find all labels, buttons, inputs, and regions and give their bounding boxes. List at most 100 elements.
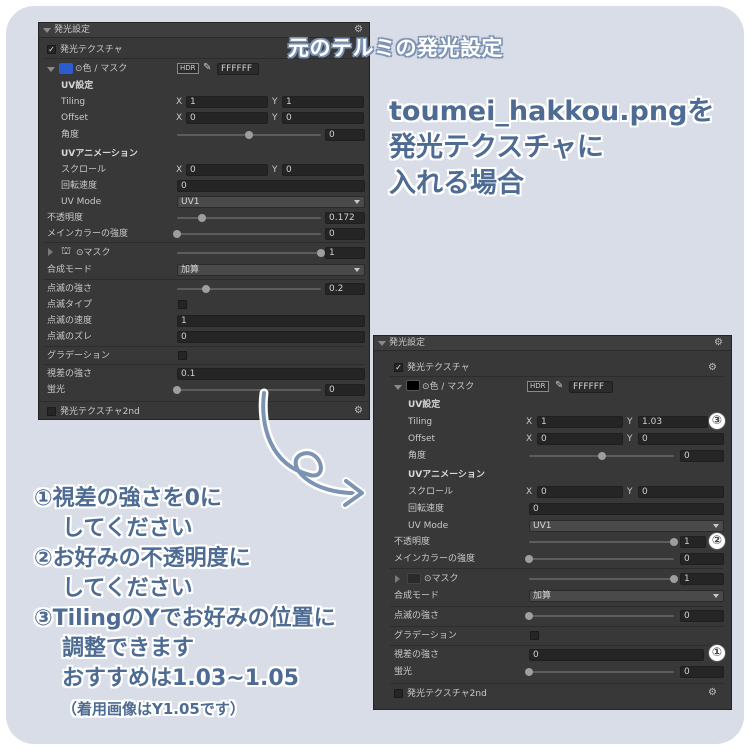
annotation-steps: ①視差の強さを0に してください ②お好みの不透明度に してください ③Tili…	[34, 486, 336, 718]
step-badge-1: ①	[708, 644, 726, 662]
gear-icon[interactable]: ⚙	[708, 687, 717, 699]
offset-x-field[interactable]: 0	[186, 112, 268, 124]
blend-mode-dropdown[interactable]: 加算	[529, 590, 724, 602]
opacity-label: 不透明度	[394, 537, 431, 547]
collapse-arrow-icon[interactable]	[378, 341, 386, 346]
expand-arrow-icon[interactable]	[394, 385, 402, 390]
angle-label: 角度	[408, 451, 427, 461]
emission-panel-adjusted: 発光設定 ⚙ ✓ 発光テクスチャ ⚙ ⊙色 / マスク HDR ✎ FFFFFF…	[373, 335, 732, 710]
blink-strength-slider[interactable]	[177, 285, 321, 293]
tiling-label: Tiling	[408, 417, 433, 427]
parallax-strength-label: 視差の強さ	[394, 650, 440, 660]
blink-strength-slider[interactable]	[525, 612, 674, 620]
annotation-note: toumei_hakkou.pngを 発光テクスチャに 入れる場合	[389, 96, 715, 199]
expand-arrow-icon[interactable]	[47, 67, 55, 72]
mask-value-field[interactable]: 1	[680, 573, 724, 585]
emission-texture-2nd-checkbox[interactable]	[47, 407, 56, 416]
blink-strength-field[interactable]: 0	[680, 610, 724, 622]
parallax-strength-field[interactable]: 0	[529, 649, 704, 661]
offset-label: Offset	[61, 113, 89, 123]
eyedropper-icon[interactable]: ✎	[555, 380, 563, 392]
emission-texture-label: 発光テクスチャ	[407, 363, 470, 373]
scroll-y-field[interactable]: 0	[282, 164, 364, 176]
offset-x-field[interactable]: 0	[537, 433, 623, 445]
mask-slider[interactable]	[177, 249, 325, 257]
uv-mode-dropdown[interactable]: UV1	[177, 196, 365, 208]
mask-value-field[interactable]: 1	[325, 247, 365, 259]
expand-arrow-icon[interactable]	[48, 248, 53, 256]
fluorescence-field[interactable]: 0	[680, 666, 724, 678]
fluorescence-label: 蛍光	[47, 385, 66, 395]
gradation-label: グラデーション	[47, 351, 110, 361]
uv-mode-label: UV Mode	[408, 521, 449, 531]
uv-mode-dropdown[interactable]: UV1	[529, 520, 724, 532]
blink-offset-field[interactable]: 0	[177, 331, 365, 343]
gradation-label: グラデーション	[394, 631, 457, 641]
rotation-speed-label: 回転速度	[408, 504, 445, 514]
chevron-down-icon	[713, 594, 719, 598]
step-badge-2: ②	[708, 532, 726, 550]
opacity-value-field[interactable]: 0.172	[325, 212, 365, 224]
color-hex-field[interactable]: FFFFFF	[217, 63, 259, 75]
uv-settings-heading: UV設定	[61, 81, 94, 91]
blink-strength-field[interactable]: 0.2	[325, 283, 365, 295]
main-color-strength-slider[interactable]	[173, 230, 321, 238]
hdr-badge[interactable]: HDR	[177, 63, 199, 74]
opacity-label: 不透明度	[47, 213, 84, 223]
rotation-speed-label: 回転速度	[61, 181, 98, 191]
rotation-speed-field[interactable]: 0	[177, 180, 365, 192]
angle-value-field[interactable]: 0	[325, 129, 365, 141]
mask-slider[interactable]	[529, 575, 678, 583]
scroll-x-field[interactable]: 0	[186, 164, 268, 176]
tiling-x-field[interactable]: 1	[537, 416, 623, 428]
blink-speed-field[interactable]: 1	[177, 315, 365, 327]
blink-type-checkbox[interactable]	[178, 300, 187, 309]
offset-y-field[interactable]: 0	[282, 112, 364, 124]
color-hex-field[interactable]: FFFFFF	[569, 381, 613, 393]
gradation-checkbox[interactable]	[530, 631, 539, 640]
uv-settings-heading: UV設定	[408, 400, 441, 410]
hdr-badge[interactable]: HDR	[527, 381, 549, 392]
tiling-y-field[interactable]: 1	[282, 96, 364, 108]
chevron-down-icon	[713, 524, 719, 528]
chevron-down-icon	[354, 268, 360, 272]
tiling-x-field[interactable]: 1	[186, 96, 268, 108]
emission-texture-label: 発光テクスチャ	[60, 45, 123, 55]
collapse-arrow-icon[interactable]	[43, 28, 51, 33]
parallax-strength-field[interactable]: 0.1	[177, 368, 365, 380]
blink-offset-label: 点滅のズレ	[47, 332, 93, 342]
offset-y-field[interactable]: 0	[638, 433, 724, 445]
blend-mode-dropdown[interactable]: 加算	[177, 264, 365, 276]
mask-texture-icon[interactable]: ⛫	[61, 245, 71, 257]
emission-texture-checkbox[interactable]: ✓	[394, 363, 403, 372]
scroll-x-field[interactable]: 0	[537, 486, 623, 498]
emission-texture-2nd-checkbox[interactable]	[394, 689, 403, 698]
angle-slider[interactable]	[529, 452, 674, 460]
opacity-value-field[interactable]: 1	[680, 536, 706, 548]
gradation-checkbox[interactable]	[178, 351, 187, 360]
main-color-strength-label: メインカラーの強度	[394, 554, 476, 564]
opacity-slider[interactable]	[529, 538, 678, 546]
gear-icon[interactable]: ⚙	[714, 337, 723, 349]
angle-value-field[interactable]: 0	[680, 450, 724, 462]
eyedropper-icon[interactable]: ✎	[203, 62, 211, 74]
section-header[interactable]: 発光設定 ⚙	[374, 336, 731, 351]
tiling-y-field[interactable]: 1.03	[638, 416, 708, 428]
texture-thumbnail-icon[interactable]	[406, 380, 420, 391]
main-color-strength-field[interactable]: 0	[680, 553, 724, 565]
texture-thumbnail-icon[interactable]	[59, 63, 73, 74]
mask-texture-icon[interactable]	[407, 573, 421, 584]
scroll-y-field[interactable]: 0	[638, 486, 724, 498]
emission-panel-original: 発光設定 ⚙ ✓ 発光テクスチャ ⊙色 / マスク HDR ✎ FFFFFF U…	[38, 22, 370, 420]
angle-slider[interactable]	[177, 131, 321, 139]
expand-arrow-icon[interactable]	[395, 575, 400, 583]
main-color-strength-label: メインカラーの強度	[47, 229, 129, 239]
main-color-strength-slider[interactable]	[525, 555, 674, 563]
scroll-label: スクロール	[408, 487, 454, 497]
main-color-strength-field[interactable]: 0	[325, 228, 365, 240]
opacity-slider[interactable]	[177, 214, 321, 222]
emission-texture-checkbox[interactable]: ✓	[47, 45, 56, 54]
rotation-speed-field[interactable]: 0	[529, 503, 724, 515]
gear-icon[interactable]: ⚙	[708, 362, 717, 374]
fluorescence-slider[interactable]	[525, 668, 674, 676]
